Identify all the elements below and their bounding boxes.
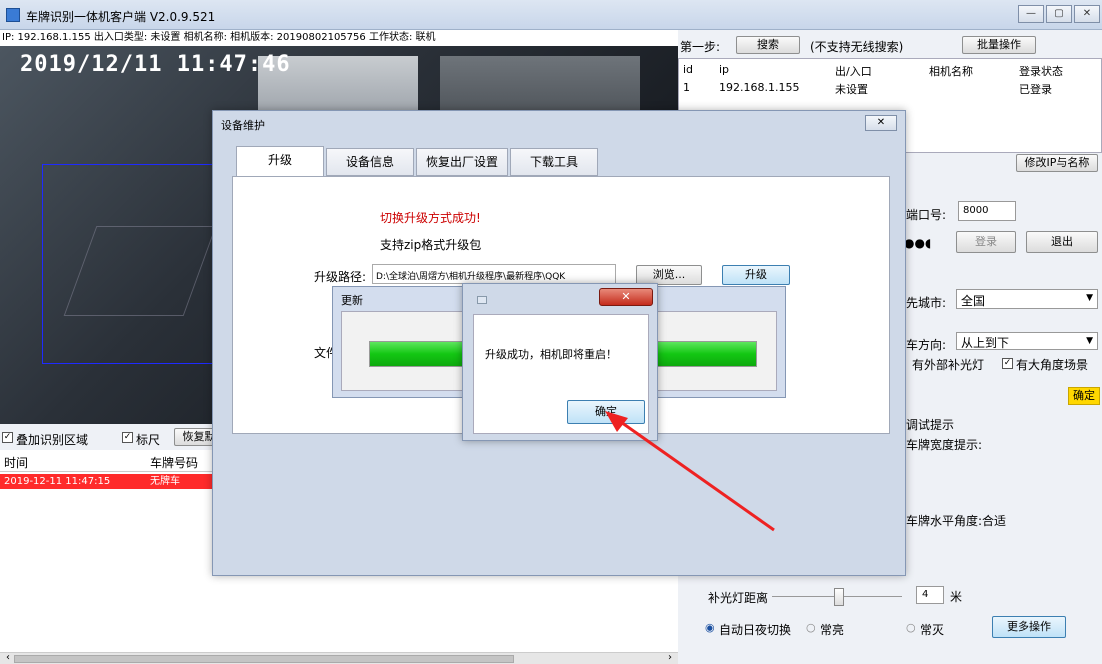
msgbox-ok-button[interactable]: 确定	[567, 400, 645, 424]
log-col-time: 时间	[4, 456, 29, 470]
log-col-plate: 车牌号码	[150, 456, 199, 470]
debug-hint: 调试提示	[906, 418, 955, 432]
msgbox-close-button[interactable]: ✕	[599, 288, 653, 306]
external-light-label: 有外部补光灯	[912, 358, 985, 372]
search-note: (不支持无线搜索)	[810, 40, 904, 54]
port-label: 端口号:	[906, 208, 947, 222]
device-direction: 未设置	[835, 83, 868, 96]
tab-factory-reset[interactable]: 恢复出厂设置	[416, 148, 508, 176]
radio-on-label: 常亮	[820, 623, 845, 637]
progress-title: 更新	[341, 294, 363, 307]
maximize-button[interactable]: ▢	[1046, 5, 1072, 23]
col-name: 相机名称	[929, 65, 973, 78]
dir-label: 车方向:	[906, 338, 947, 352]
path-input[interactable]: D:\全球泊\周熠方\相机升级程序\最新程序\QQK	[372, 264, 616, 284]
plate-width-hint: 车牌宽度提示:	[906, 438, 983, 452]
logout-button[interactable]: 退出	[1026, 231, 1098, 253]
city-value: 全国	[961, 294, 986, 308]
status-dots-icon: ●●◖	[904, 236, 932, 250]
upgrade-button[interactable]: 升级	[722, 265, 790, 285]
confirm-settings-button[interactable]: 确定	[1068, 387, 1100, 405]
device-ip: 192.168.1.155	[719, 81, 800, 94]
dialog-close-button[interactable]: ✕	[865, 115, 897, 131]
device-id: 1	[683, 81, 690, 94]
dir-select[interactable]: 从上到下 ▼	[956, 332, 1098, 350]
col-ip: ip	[719, 63, 730, 76]
wide-angle-checkbox[interactable]: ✓	[1002, 358, 1013, 369]
radio-off-label: 常灭	[920, 623, 945, 637]
path-label: 升级路径:	[314, 270, 367, 284]
log-row[interactable]: 2019-12-11 11:47:15 无牌车	[0, 474, 230, 489]
light-distance-unit: 米	[950, 590, 963, 604]
close-button[interactable]: ✕	[1074, 5, 1100, 23]
login-button[interactable]: 登录	[956, 231, 1016, 253]
more-button[interactable]: 更多操作	[992, 616, 1066, 638]
success-message: 切换升级方式成功!	[380, 211, 481, 225]
camera-info-bar: IP: 192.168.1.155 出入口类型: 未设置 相机名称: 相机版本:…	[0, 30, 678, 46]
dialog-title: 设备维护	[221, 119, 265, 132]
log-time: 2019-12-11 11:47:15	[4, 476, 111, 487]
radio-off-icon[interactable]: ○	[906, 621, 916, 634]
col-status: 登录状态	[1019, 65, 1063, 78]
ruler-label: 标尺	[136, 433, 161, 447]
wide-angle-label: 有大角度场景	[1016, 358, 1089, 372]
tab-device-info[interactable]: 设备信息	[326, 148, 414, 176]
log-plate: 无牌车	[150, 476, 180, 487]
scroll-right-icon[interactable]: ›	[668, 652, 672, 663]
city-select[interactable]: 全国 ▼	[956, 289, 1098, 309]
modify-ip-button[interactable]: 修改IP与名称	[1016, 154, 1098, 172]
light-distance-input[interactable]: 4	[916, 586, 944, 604]
col-direction: 出/入口	[835, 65, 872, 78]
video-timestamp: 2019/12/11 11:47:46	[20, 52, 291, 77]
device-status: 已登录	[1019, 83, 1052, 96]
message-box: ✕ 升级成功，相机即将重启！ 确定	[462, 283, 658, 441]
search-button[interactable]: 搜索	[736, 36, 800, 54]
port-input[interactable]: 8000	[958, 201, 1016, 221]
step-label: 第一步:	[680, 40, 721, 54]
radio-auto-label: 自动日夜切换	[719, 623, 792, 637]
batch-button[interactable]: 批量操作	[962, 36, 1036, 54]
light-distance-label: 补光灯距离	[708, 591, 769, 605]
chevron-down-icon: ▼	[1086, 293, 1093, 303]
log-header: 时间 车牌号码	[0, 450, 230, 472]
chevron-down-icon: ▼	[1086, 336, 1093, 346]
format-message: 支持zip格式升级包	[380, 238, 482, 252]
col-id: id	[683, 63, 694, 76]
device-row[interactable]: 1 192.168.1.155 未设置 已登录	[679, 79, 1101, 96]
app-icon	[6, 8, 20, 22]
city-label: 先城市:	[906, 296, 947, 310]
ruler-checkbox[interactable]: ✓	[122, 432, 133, 443]
tab-upgrade[interactable]: 升级	[236, 146, 324, 177]
window-title: 车牌识别一体机客户端 V2.0.9.521	[26, 10, 216, 24]
dir-value: 从上到下	[961, 336, 1010, 350]
slider-thumb[interactable]	[834, 588, 844, 606]
overlay-checkbox[interactable]: ✓	[2, 432, 13, 443]
radio-on-icon[interactable]: ○	[806, 621, 816, 634]
msgbox-icon	[477, 296, 487, 304]
plate-angle-label: 车牌水平角度:	[906, 514, 983, 528]
msgbox-text: 升级成功，相机即将重启！	[485, 348, 617, 361]
horizontal-scrollbar[interactable]: ‹ ›	[0, 652, 678, 664]
scroll-left-icon[interactable]: ‹	[6, 652, 10, 663]
minimize-button[interactable]: —	[1018, 5, 1044, 23]
tab-download-tool[interactable]: 下载工具	[510, 148, 598, 176]
title-bar: 车牌识别一体机客户端 V2.0.9.521 — ▢ ✕	[0, 0, 1102, 30]
plate-angle-value: 合适	[982, 514, 1007, 528]
overlay-controls: ✓ 叠加识别区域 ✓ 标尺 恢复默	[0, 424, 230, 450]
overlay-label: 叠加识别区域	[16, 433, 89, 447]
radio-auto-icon[interactable]: ◉	[705, 621, 715, 634]
browse-button[interactable]: 浏览...	[636, 265, 702, 285]
scroll-thumb[interactable]	[14, 655, 514, 663]
